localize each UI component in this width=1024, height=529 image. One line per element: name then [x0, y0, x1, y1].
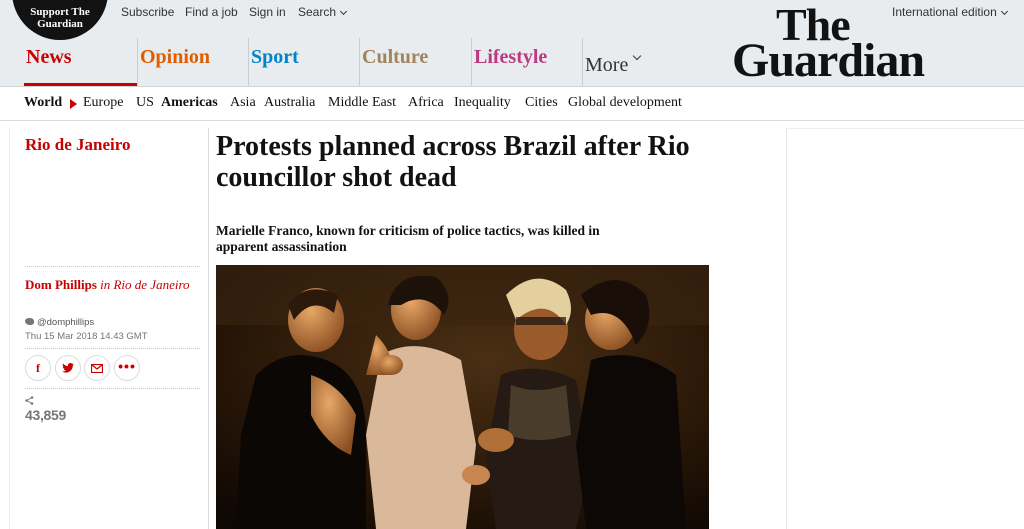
subnav-africa[interactable]: Africa	[408, 95, 444, 111]
share-twitter-button[interactable]	[55, 355, 81, 381]
article-standfirst: Marielle Franco, known for criticism of …	[216, 223, 600, 254]
subnav-middle-east[interactable]: Middle East	[328, 95, 396, 111]
site-header: Support The Guardian Subscribe Find a jo…	[0, 0, 1024, 86]
edition-selector[interactable]: International edition	[892, 5, 1008, 19]
divider	[25, 348, 200, 349]
subnav-asia[interactable]: Asia	[230, 95, 256, 111]
author-link[interactable]: Dom Phillips	[25, 277, 97, 292]
share-more-button[interactable]: •••	[114, 355, 140, 381]
pillar-culture-label: Culture	[362, 46, 429, 68]
share-count: 43,859	[25, 407, 67, 423]
chevron-down-icon	[633, 51, 642, 61]
subnav-europe[interactable]: Europe	[83, 95, 123, 111]
subnav-inequality[interactable]: Inequality	[454, 95, 511, 111]
article-headline: Protests planned across Brazil after Rio…	[216, 131, 690, 193]
support-the-guardian-button[interactable]: Support The Guardian	[12, 0, 108, 40]
pillar-lifestyle-label: Lifestyle	[474, 46, 548, 68]
pillar-news[interactable]: News	[24, 38, 137, 86]
search-label: Search	[298, 5, 337, 19]
subnav-world[interactable]: World	[24, 95, 62, 111]
share-facebook-button[interactable]: f	[25, 355, 51, 381]
right-column	[786, 128, 1024, 529]
chevron-down-icon	[339, 7, 348, 16]
more-icon: •••	[118, 358, 136, 374]
pillar-news-label: News	[26, 46, 72, 68]
divider	[25, 266, 200, 267]
column-divider	[208, 128, 209, 529]
subnav: World Europe US Americas Asia Australia …	[0, 86, 1024, 121]
twitter-handle: @domphillips	[37, 317, 95, 328]
subnav-cities[interactable]: Cities	[525, 95, 558, 111]
pillar-sport[interactable]: Sport	[248, 38, 358, 86]
subnav-us[interactable]: US	[136, 95, 154, 111]
subscribe-link[interactable]: Subscribe	[121, 5, 174, 19]
find-a-job-link[interactable]: Find a job	[185, 5, 238, 19]
pillar-more-label: More	[585, 46, 642, 76]
dateline: Thu 15 Mar 2018 14.43 GMT	[25, 331, 148, 342]
subnav-americas[interactable]: Americas	[161, 95, 218, 111]
byline-location: in Rio de Janeiro	[100, 277, 190, 292]
pillar-lifestyle[interactable]: Lifestyle	[471, 38, 581, 86]
email-icon	[90, 363, 104, 374]
twitter-icon	[25, 318, 34, 325]
pillar-more[interactable]: More	[582, 38, 662, 86]
search-link[interactable]: Search	[298, 5, 348, 19]
article-main-image[interactable]	[216, 265, 709, 529]
arrow-right-icon	[70, 99, 77, 109]
share-email-button[interactable]	[84, 355, 110, 381]
facebook-icon: f	[36, 361, 40, 375]
chevron-down-icon	[1000, 7, 1008, 16]
column-divider	[9, 128, 10, 529]
author-twitter[interactable]: @domphillips	[25, 317, 94, 328]
more-label-text: More	[585, 54, 629, 76]
pillar-opinion[interactable]: Opinion	[137, 38, 247, 86]
subnav-australia[interactable]: Australia	[264, 95, 315, 111]
sign-in-link[interactable]: Sign in	[249, 5, 286, 19]
subnav-global-development[interactable]: Global development	[568, 95, 682, 111]
twitter-icon	[62, 363, 74, 373]
photo-mourners	[216, 265, 709, 529]
pillar-opinion-label: Opinion	[140, 46, 211, 68]
divider	[25, 388, 200, 389]
section-label[interactable]: Rio de Janeiro	[25, 135, 130, 155]
pillar-culture[interactable]: Culture	[359, 38, 469, 86]
logo-guardian: Guardian	[732, 34, 925, 87]
edition-label: International edition	[892, 5, 997, 19]
byline: Dom Phillips in Rio de Janeiro	[25, 277, 200, 293]
pillar-sport-label: Sport	[251, 46, 299, 68]
